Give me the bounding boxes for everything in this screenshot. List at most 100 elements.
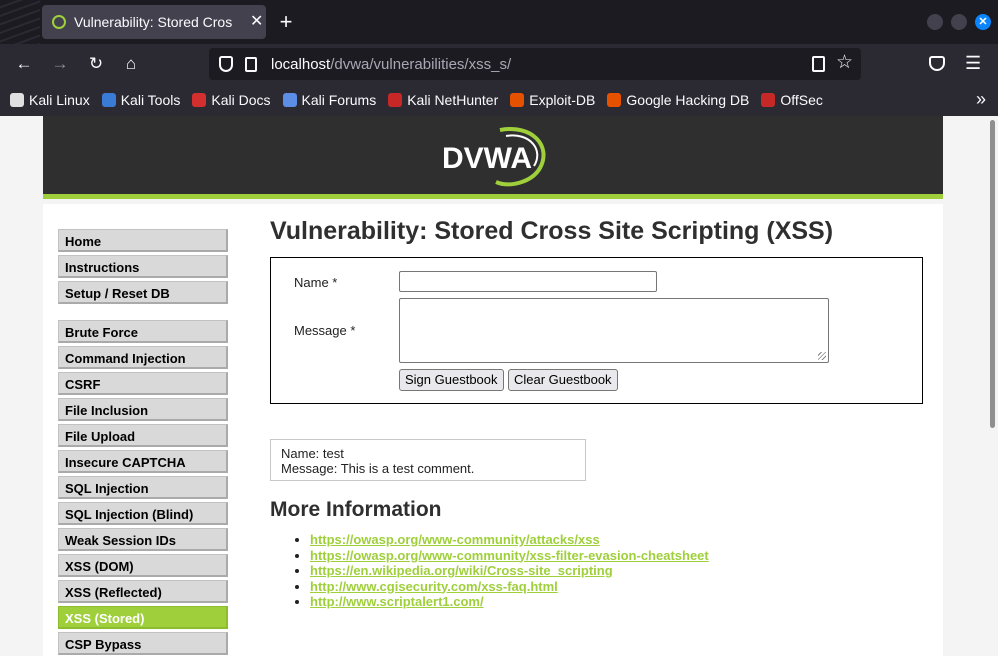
menu-item-sql-injection-blind[interactable]: SQL Injection (Blind) [58, 502, 228, 525]
menu-item-weak-session-ids[interactable]: Weak Session IDs [58, 528, 228, 551]
sign-guestbook-button[interactable]: Sign Guestbook [399, 369, 504, 391]
window-maximize-button[interactable] [951, 14, 967, 30]
dvwa-body: Home Instructions Setup / Reset DB Brute Fo… [43, 204, 943, 656]
page-viewport: DVWA Home Instructions Setup / Reset DB Bru… [0, 116, 998, 656]
back-arrow-icon[interactable]: ← [12, 52, 36, 76]
reload-icon[interactable]: ↻ [84, 52, 108, 76]
menu-item-instructions[interactable]: Instructions [58, 255, 228, 278]
entry-name: Name: test [281, 446, 344, 461]
menu-item-csp-bypass[interactable]: CSP Bypass [58, 632, 228, 655]
kali-dragon-icon [10, 93, 24, 107]
bookmark-label: Google Hacking DB [626, 92, 750, 108]
navigation-toolbar: ← → ↻ ⌂ localhost/dvwa/vulnerabilities/x… [0, 44, 998, 84]
browser-tab-active[interactable]: Vulnerability: Stored Cros ✕ [42, 5, 266, 39]
dvwa-logo: DVWA [442, 127, 546, 187]
bookmark-item[interactable]: Kali NetHunter [388, 92, 498, 108]
forward-arrow-icon[interactable]: → [48, 52, 72, 76]
bookmark-item[interactable]: Kali Docs [192, 92, 271, 108]
name-input[interactable] [399, 271, 657, 292]
bookmark-label: Exploit-DB [529, 92, 596, 108]
nethunter-icon [388, 93, 403, 107]
more-info-heading: More Information [270, 498, 442, 521]
kali-forums-icon [282, 93, 297, 107]
more-info-link[interactable]: https://en.wikipedia.org/wiki/Cross-site… [310, 563, 613, 578]
reader-view-icon[interactable] [812, 56, 825, 72]
menu-item-brute-force[interactable]: Brute Force [58, 320, 228, 343]
bookmark-item[interactable]: OffSec [761, 92, 823, 108]
menu-item-file-inclusion[interactable]: File Inclusion [58, 398, 228, 421]
more-info-link[interactable]: https://owasp.org/www-community/xss-filt… [310, 548, 709, 563]
bookmark-item[interactable]: Kali Linux [10, 92, 90, 108]
menu-item-xss-reflected[interactable]: XSS (Reflected) [58, 580, 228, 603]
svg-text:DVWA: DVWA [442, 142, 532, 175]
menu-group: Home Instructions Setup / Reset DB [58, 229, 228, 304]
home-icon[interactable]: ⌂ [119, 52, 143, 76]
kali-tools-icon [101, 93, 116, 107]
list-item: http://www.cgisecurity.com/xss-faq.html [310, 579, 930, 595]
more-info-link[interactable]: http://www.scriptalert1.com/ [310, 594, 484, 609]
clear-guestbook-button[interactable]: Clear Guestbook [508, 369, 618, 391]
kali-docs-icon [192, 93, 207, 107]
pocket-icon[interactable] [929, 56, 945, 71]
new-tab-button[interactable]: + [274, 9, 298, 35]
guestbook-form: Name * Message * Sign Guestbook Clear Gu… [270, 257, 923, 404]
scrollbar-thumb[interactable] [990, 120, 995, 428]
tab-bar: Vulnerability: Stored Cros ✕ + ✕ [0, 0, 998, 44]
exploit-db-icon [510, 93, 525, 107]
tracking-shield-icon[interactable] [219, 56, 233, 72]
hamburger-menu-icon[interactable]: ☰ [965, 53, 981, 74]
bookmark-label: OffSec [780, 92, 823, 108]
window-minimize-button[interactable] [927, 14, 943, 30]
bookmark-item[interactable]: Google Hacking DB [607, 92, 749, 108]
list-item: http://www.scriptalert1.com/ [310, 594, 930, 610]
message-textarea[interactable] [399, 298, 829, 363]
ghdb-icon [607, 93, 622, 107]
bookmark-label: Kali NetHunter [407, 92, 499, 108]
page-scrollbar[interactable] [986, 116, 998, 656]
dvwa-favicon-icon [52, 15, 66, 29]
name-label: Name * [294, 275, 338, 290]
resize-grip-icon[interactable] [818, 352, 826, 360]
menu-item-insecure-captcha[interactable]: Insecure CAPTCHA [58, 450, 228, 473]
menu-item-csrf[interactable]: CSRF [58, 372, 228, 395]
address-bar[interactable]: localhost/dvwa/vulnerabilities/xss_s/ ☆ [209, 48, 861, 80]
message-label: Message * [294, 323, 356, 338]
bookmark-star-icon[interactable]: ☆ [836, 52, 853, 74]
tab-bar-decoration [0, 0, 40, 44]
list-item: https://owasp.org/www-community/attacks/… [310, 532, 930, 548]
menu-item-xss-dom[interactable]: XSS (DOM) [58, 554, 228, 577]
bookmarks-overflow-icon[interactable]: » [976, 89, 986, 110]
page-title: Vulnerability: Stored Cross Site Scripti… [270, 217, 834, 245]
bookmark-label: Kali Linux [29, 92, 90, 108]
offsec-icon [761, 93, 776, 107]
tab-title: Vulnerability: Stored Cros [74, 14, 233, 30]
bookmark-item[interactable]: Kali Tools [101, 92, 181, 108]
menu-item-file-upload[interactable]: File Upload [58, 424, 228, 447]
page-info-icon[interactable] [245, 56, 257, 72]
entry-message: Message: This is a test comment. [281, 461, 475, 476]
main-content: Vulnerability: Stored Cross Site Scripti… [270, 216, 930, 610]
dvwa-header: DVWA [43, 116, 943, 199]
menu-item-command-injection[interactable]: Command Injection [58, 346, 228, 369]
list-item: https://en.wikipedia.org/wiki/Cross-site… [310, 563, 930, 579]
menu-item-sql-injection[interactable]: SQL Injection [58, 476, 228, 499]
more-info-link[interactable]: http://www.cgisecurity.com/xss-faq.html [310, 579, 558, 594]
bookmark-item[interactable]: Kali Forums [282, 92, 377, 108]
menu-item-home[interactable]: Home [58, 229, 228, 252]
menu-group: Brute Force Command Injection CSRF File Inc… [58, 320, 228, 655]
dvwa-side-menu: Home Instructions Setup / Reset DB Brute Fo… [58, 229, 228, 656]
more-info-link[interactable]: https://owasp.org/www-community/attacks/… [310, 532, 600, 547]
menu-item-xss-stored[interactable]: XSS (Stored) [58, 606, 228, 629]
bookmark-label: Kali Docs [211, 92, 271, 108]
menu-item-setup-reset-db[interactable]: Setup / Reset DB [58, 281, 228, 304]
bookmarks-toolbar: Kali Linux Kali Tools Kali Docs Kali Forums… [0, 84, 998, 116]
window-close-button[interactable]: ✕ [975, 14, 991, 30]
bookmark-label: Kali Tools [120, 92, 181, 108]
guestbook-entry: Name: test Message: This is a test comme… [270, 439, 586, 481]
tab-close-icon[interactable]: ✕ [250, 14, 263, 30]
url-text[interactable]: localhost/dvwa/vulnerabilities/xss_s/ [271, 56, 511, 73]
list-item: https://owasp.org/www-community/xss-filt… [310, 548, 930, 564]
bookmark-label: Kali Forums [301, 92, 377, 108]
bookmark-item[interactable]: Exploit-DB [510, 92, 595, 108]
more-info-links: https://owasp.org/www-community/attacks/… [310, 532, 930, 610]
